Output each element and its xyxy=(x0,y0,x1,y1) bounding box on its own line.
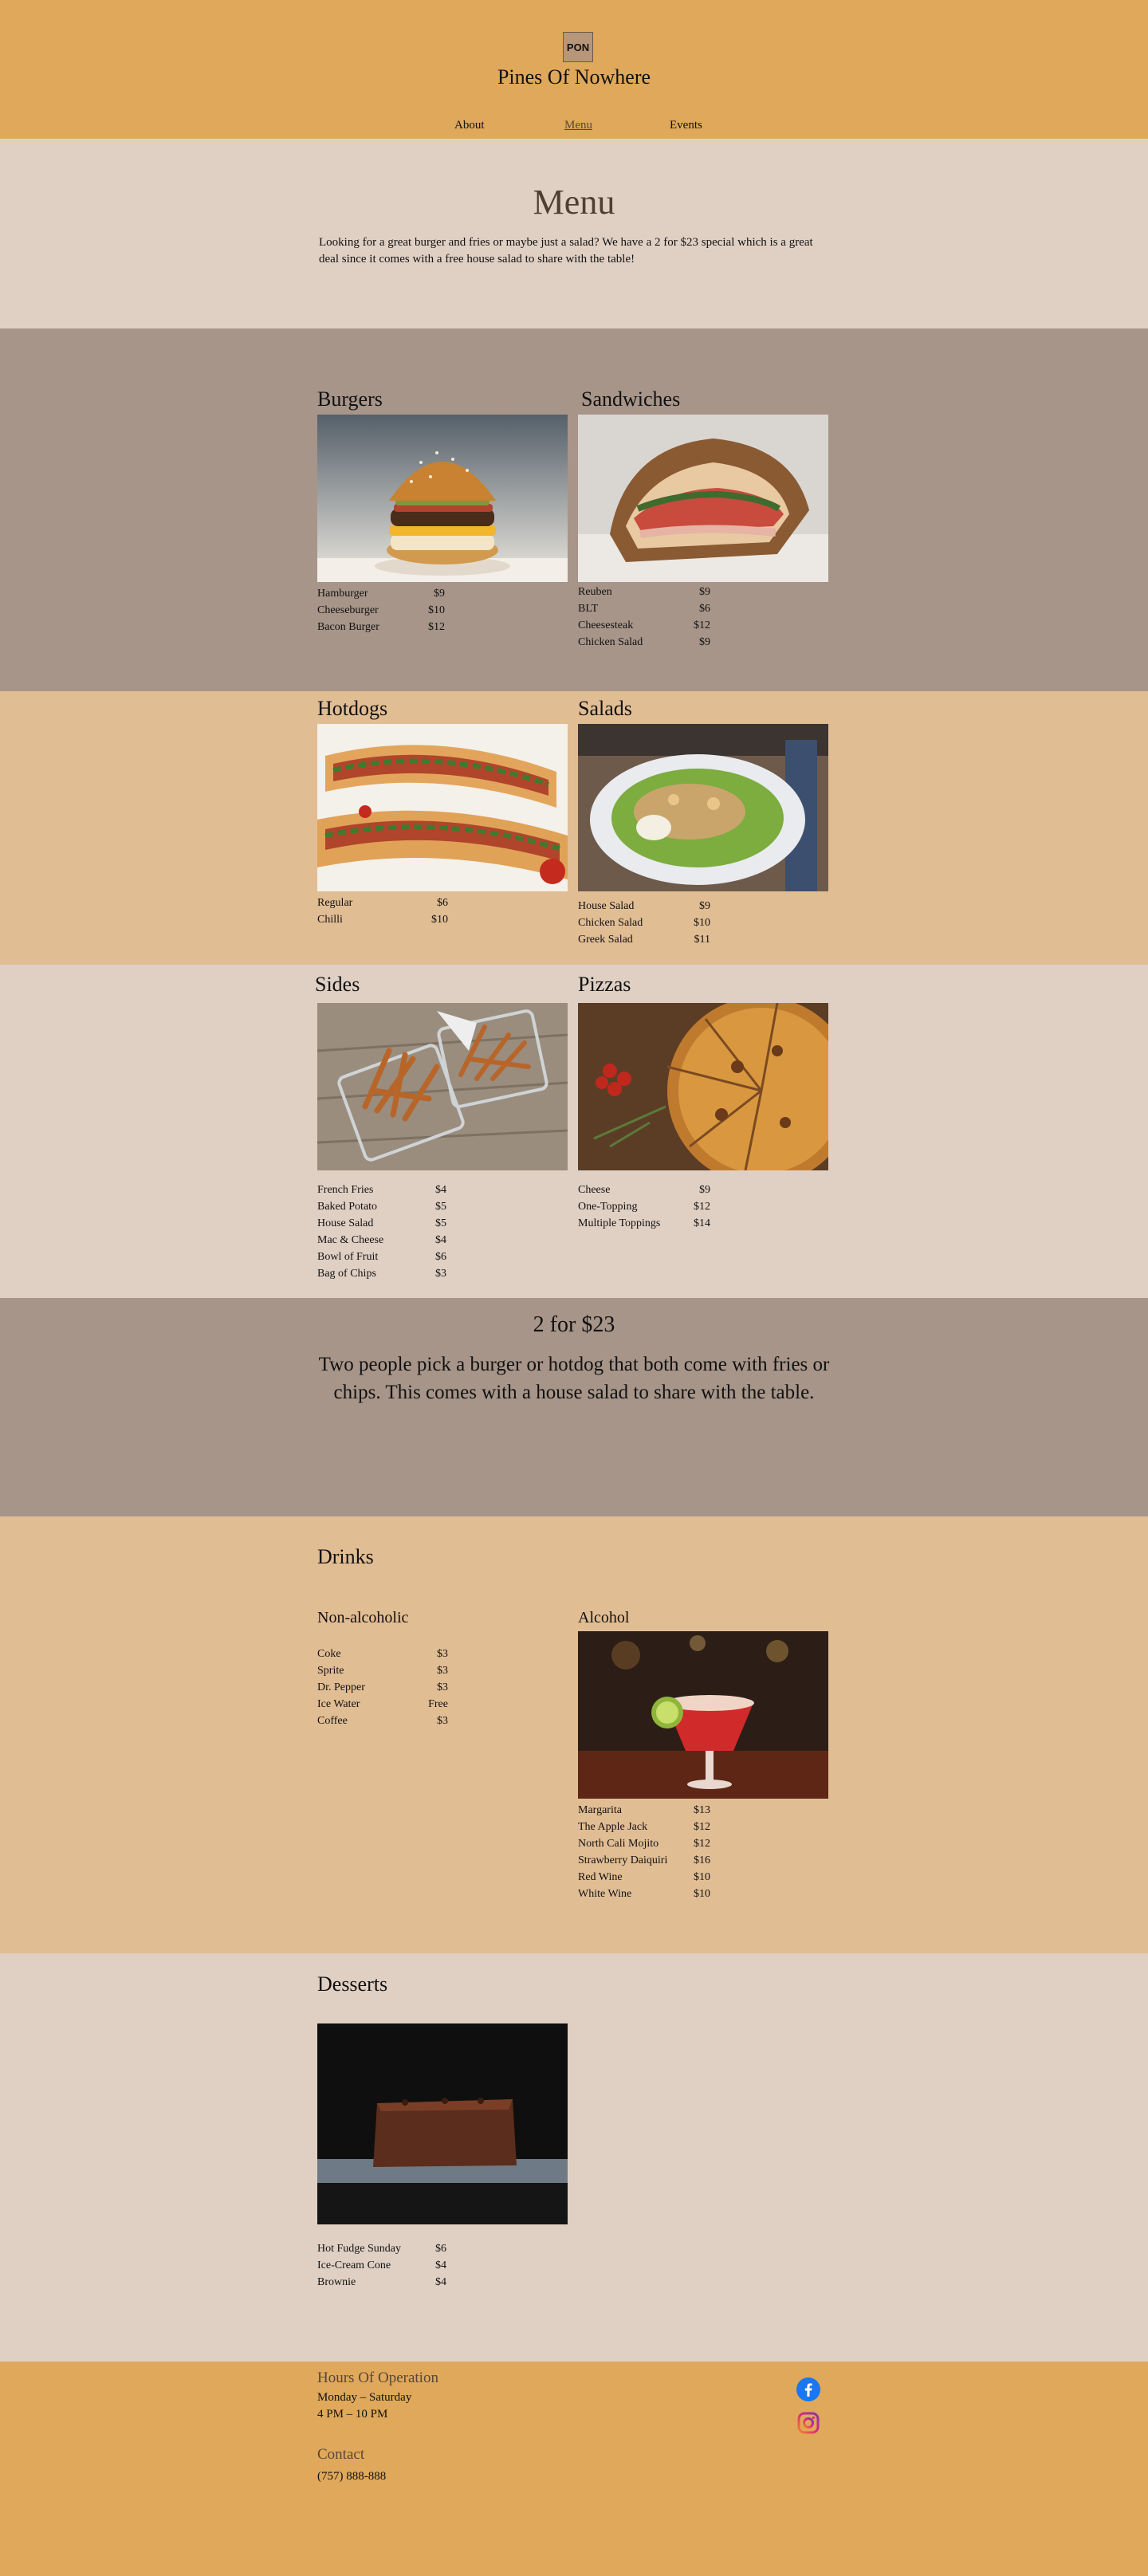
menu-item: Regular $6 xyxy=(317,897,448,909)
fries-photo xyxy=(317,1003,568,1170)
page-title: Menu xyxy=(533,183,615,222)
menu-item: House Salad $9 xyxy=(578,900,710,912)
sides-title: Sides xyxy=(315,973,360,996)
hours-time: 4 PM – 10 PM xyxy=(317,2408,388,2421)
hotdogs-salads-section: Hotdogs Regular $6 Chilli $10 Salads Hou… xyxy=(0,691,1148,965)
menu-item: Cheese $9 xyxy=(578,1184,710,1196)
menu-item: Chicken Salad $9 xyxy=(578,636,710,648)
brownie-photo xyxy=(317,2023,568,2224)
menu-item: French Fries $4 xyxy=(317,1184,446,1196)
menu-item: Baked Potato $5 xyxy=(317,1201,446,1213)
nav-about-link[interactable]: About xyxy=(454,119,485,132)
intro-text: Looking for a great burger and fries or … xyxy=(319,236,813,265)
site-header: PON Pines Of Nowhere About Menu Events xyxy=(0,0,1148,139)
sandwiches-title: Sandwiches xyxy=(581,387,681,411)
drinks-title: Drinks xyxy=(317,1545,374,1568)
alcohol-title: Alcohol xyxy=(578,1609,630,1626)
logo-text: PON xyxy=(566,41,590,53)
menu-item: Cheeseburger $10 xyxy=(317,604,445,616)
alcohol-list: Margarita $13 The Apple Jack $12 North Cal… xyxy=(578,1802,710,1902)
salad-photo xyxy=(578,724,828,891)
menu-item: Hamburger $9 xyxy=(317,588,445,600)
menu-item: Brownie $4 xyxy=(317,2276,446,2288)
facebook-icon[interactable] xyxy=(796,2377,820,2401)
logo[interactable]: PON xyxy=(563,32,593,62)
menu-item: House Salad $5 xyxy=(317,1217,446,1229)
special-text: Two people pick a burger or hotdog that … xyxy=(318,1354,830,1403)
non-alcoholic-title: Non-alcoholic xyxy=(317,1609,409,1626)
menu-item: Bowl of Fruit $6 xyxy=(317,1251,446,1263)
hotdog-photo xyxy=(317,724,568,891)
burgers-list: Hamburger $9 Cheeseburger $10 Bacon Burger… xyxy=(317,585,445,635)
sandwiches-list: Reuben $9 BLT $6 Cheesesteak $12 Chicken Sa… xyxy=(578,584,710,651)
menu-item: Mac & Cheese $4 xyxy=(317,1234,446,1246)
contact-title: Contact xyxy=(317,2446,365,2463)
menu-item: Dr. Pepper $3 xyxy=(317,1681,448,1693)
site-title: Pines Of Nowhere xyxy=(497,65,651,88)
hotdogs-list: Regular $6 Chilli $10 xyxy=(317,895,448,928)
margarita-photo xyxy=(578,1631,828,1799)
menu-item: Hot Fudge Sunday $6 xyxy=(317,2243,446,2255)
drinks-section: Drinks Non-alcoholic Coke $3 Sprite $3 Dr.… xyxy=(0,1516,1148,1953)
burgers-title: Burgers xyxy=(317,387,383,411)
menu-item: One-Topping $12 xyxy=(578,1201,710,1213)
phone-number[interactable]: (757) 888-888 xyxy=(317,2468,386,2485)
menu-item: The Apple Jack $12 xyxy=(578,1821,710,1833)
menu-item: Sprite $3 xyxy=(317,1665,448,1677)
nav-events-link[interactable]: Events xyxy=(670,119,702,132)
menu-item: Cheesesteak $12 xyxy=(578,619,710,631)
sides-pizzas-section: Sides French Fries $4 Baked Potato $5 Hous… xyxy=(0,965,1148,1298)
menu-item: Coke $3 xyxy=(317,1648,448,1660)
menu-item: North Cali Mojito $12 xyxy=(578,1838,710,1850)
menu-item: Bacon Burger $12 xyxy=(317,621,445,633)
special-title: 2 for $23 xyxy=(533,1312,615,1337)
intro-section: Menu Looking for a great burger and frie… xyxy=(0,139,1148,328)
hotdogs-title: Hotdogs xyxy=(317,697,388,720)
menu-item: Chicken Salad $10 xyxy=(578,917,710,929)
burgers-sandwiches-section: Burgers Hamburger $9 Cheeseburger $10 Baco… xyxy=(0,328,1148,691)
desserts-section: Desserts Hot Fudge Sunday $6 Ice-Cream Co… xyxy=(0,1953,1148,2362)
salads-list: House Salad $9 Chicken Salad $10 Greek Sal… xyxy=(578,898,710,948)
sandwich-photo xyxy=(578,415,828,582)
menu-item: Greek Salad $11 xyxy=(578,934,710,946)
instagram-icon[interactable] xyxy=(796,2411,820,2435)
desserts-list: Hot Fudge Sunday $6 Ice-Cream Cone $4 Brow… xyxy=(317,2240,448,2291)
special-section: 2 for $23 Two people pick a burger or ho… xyxy=(0,1298,1148,1516)
hours-days: Monday – Saturday xyxy=(317,2391,412,2404)
menu-item: Ice Water Free xyxy=(317,1698,448,1710)
sides-list: French Fries $4 Baked Potato $5 House Sala… xyxy=(317,1182,448,1282)
menu-item: Multiple Toppings $14 xyxy=(578,1217,710,1229)
menu-item: Strawberry Daiquiri $16 xyxy=(578,1854,710,1866)
menu-item: Red Wine $10 xyxy=(578,1871,710,1883)
pizza-photo xyxy=(578,1003,828,1170)
non-alcoholic-list: Coke $3 Sprite $3 Dr. Pepper $3 Ice Water Fr… xyxy=(317,1646,448,1729)
menu-item: Bag of Chips $3 xyxy=(317,1268,446,1280)
nav-menu-link[interactable]: Menu xyxy=(564,119,592,132)
menu-item: Ice-Cream Cone $4 xyxy=(317,2259,446,2271)
menu-item: White Wine $10 xyxy=(578,1888,710,1900)
burger-photo xyxy=(317,415,568,582)
menu-item: Coffee $3 xyxy=(317,1715,448,1727)
menu-item: Margarita $13 xyxy=(578,1804,710,1816)
menu-item: Chilli $10 xyxy=(317,914,448,926)
pizzas-title: Pizzas xyxy=(578,973,631,996)
hours-title: Hours Of Operation xyxy=(317,2370,438,2386)
menu-item: BLT $6 xyxy=(578,603,710,615)
pizzas-list: Cheese $9 One-Topping $12 Multiple Topping… xyxy=(578,1182,710,1232)
salads-title: Salads xyxy=(578,697,632,720)
site-footer: Hours Of Operation Monday – Saturday 4 P… xyxy=(0,2362,1148,2576)
menu-item: Reuben $9 xyxy=(578,586,710,598)
desserts-title: Desserts xyxy=(317,1972,388,1996)
